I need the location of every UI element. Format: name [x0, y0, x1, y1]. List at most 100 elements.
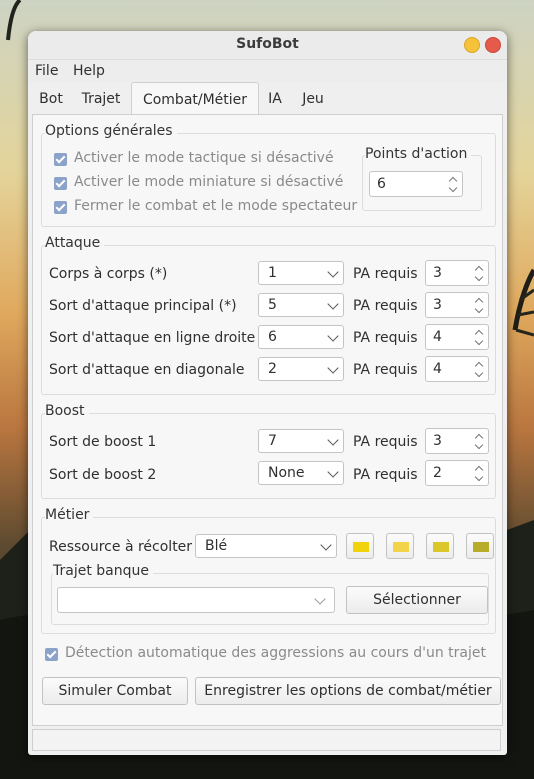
- pa-required-label: PA requis: [353, 266, 418, 282]
- line-attack-label: Sort d'attaque en ligne droite: [49, 330, 256, 346]
- pa-required-label: PA requis: [353, 467, 418, 483]
- spin-down-icon[interactable]: [474, 336, 484, 346]
- pa-required-label: PA requis: [353, 298, 418, 314]
- line-attack-pa-value: 4: [433, 329, 442, 345]
- resource-value: Blé: [205, 538, 228, 554]
- bank-path-title: Trajet banque: [53, 563, 153, 579]
- diagonal-attack-pa-value: 4: [433, 361, 442, 377]
- minimize-button[interactable]: [464, 37, 480, 53]
- chevron-down-icon: [327, 434, 339, 446]
- boost-title: Boost: [45, 403, 89, 419]
- boost1-pa-value: 3: [433, 433, 442, 449]
- main-attack-pa-value: 3: [433, 297, 442, 313]
- chevron-down-icon: [327, 466, 339, 478]
- select-button[interactable]: Sélectionner: [346, 586, 488, 614]
- combat-metier-panel: Options générales Activer le mode tactiq…: [32, 114, 503, 726]
- action-points-title: Points d'action: [365, 146, 472, 162]
- boost2-pa-spinbox[interactable]: 2: [425, 460, 489, 486]
- boost2-label: Sort de boost 2: [49, 467, 157, 483]
- tab-ia[interactable]: IA: [262, 85, 288, 113]
- spin-down-icon[interactable]: [474, 304, 484, 314]
- tactical-mode-checkbox[interactable]: [54, 153, 67, 166]
- chevron-down-icon: [327, 298, 339, 310]
- boost2-pa-value: 2: [433, 465, 442, 481]
- auto-detect-checkbox[interactable]: [45, 648, 58, 661]
- boost2-spell-select[interactable]: None: [258, 461, 344, 485]
- sufobot-window: SufoBot File Help Bot Trajet Combat/Méti…: [28, 31, 507, 755]
- spin-down-icon[interactable]: [474, 272, 484, 282]
- tab-jeu[interactable]: Jeu: [294, 85, 332, 113]
- spin-down-icon[interactable]: [448, 183, 458, 193]
- boost1-pa-spinbox[interactable]: 3: [425, 428, 489, 454]
- color-swatch-row: [346, 533, 494, 561]
- chevron-down-icon: [327, 362, 339, 374]
- line-attack-spell-value: 6: [268, 329, 277, 345]
- melee-pa-spinbox[interactable]: 3: [425, 260, 489, 286]
- general-options-title: Options générales: [45, 123, 177, 139]
- melee-label: Corps à corps (*): [49, 266, 168, 282]
- color-swatch-button-1[interactable]: [346, 533, 374, 559]
- color-swatch-button-2[interactable]: [386, 533, 414, 559]
- resource-label: Ressource à récolter: [49, 539, 193, 555]
- simulate-combat-button[interactable]: Simuler Combat: [42, 677, 188, 705]
- tab-combat-metier[interactable]: Combat/Métier: [131, 82, 259, 115]
- bank-path-select[interactable]: [57, 587, 335, 613]
- spin-down-icon[interactable]: [474, 440, 484, 450]
- color-swatch-4: [473, 542, 489, 552]
- boost1-label: Sort de boost 1: [49, 434, 157, 450]
- status-bar: [32, 729, 501, 751]
- action-points-value: 6: [377, 176, 386, 192]
- color-swatch-2: [393, 542, 409, 552]
- boost-group: [41, 413, 496, 499]
- color-swatch-3: [433, 542, 449, 552]
- pa-required-label: PA requis: [353, 330, 418, 346]
- metier-title: Métier: [45, 507, 94, 523]
- main-attack-spell-value: 5: [268, 297, 277, 313]
- main-attack-label: Sort d'attaque principal (*): [49, 298, 237, 314]
- diagonal-attack-label: Sort d'attaque en diagonale: [49, 362, 245, 378]
- miniature-mode-label: Activer le mode miniature si désactivé: [74, 174, 344, 190]
- spin-down-icon[interactable]: [474, 368, 484, 378]
- window-title: SufoBot: [236, 36, 299, 52]
- spin-down-icon[interactable]: [474, 472, 484, 482]
- boost2-spell-value: None: [268, 465, 305, 481]
- menu-file[interactable]: File: [35, 63, 58, 79]
- melee-spell-select[interactable]: 1: [258, 261, 344, 285]
- main-attack-spell-select[interactable]: 5: [258, 293, 344, 317]
- tab-trajet[interactable]: Trajet: [76, 85, 126, 113]
- boost1-spell-value: 7: [268, 433, 277, 449]
- tab-bar: Bot Trajet Combat/Métier IA Jeu: [28, 82, 507, 115]
- close-combat-checkbox[interactable]: [54, 201, 67, 214]
- pa-required-label: PA requis: [353, 362, 418, 378]
- main-attack-pa-spinbox[interactable]: 3: [425, 292, 489, 318]
- close-combat-label: Fermer le combat et le mode spectateur: [74, 198, 358, 214]
- close-button[interactable]: [485, 37, 501, 53]
- line-attack-pa-spinbox[interactable]: 4: [425, 324, 489, 350]
- pa-required-label: PA requis: [353, 434, 418, 450]
- menu-help[interactable]: Help: [73, 63, 105, 79]
- diagonal-attack-spell-value: 2: [268, 361, 277, 377]
- chevron-down-icon: [327, 330, 339, 342]
- tactical-mode-label: Activer le mode tactique si désactivé: [74, 150, 334, 166]
- color-swatch-button-3[interactable]: [426, 533, 454, 559]
- color-swatch-1: [353, 542, 369, 552]
- action-points-spinbox[interactable]: 6: [369, 171, 463, 197]
- chevron-down-icon: [320, 539, 332, 551]
- chevron-down-icon: [327, 266, 339, 278]
- attack-title: Attaque: [45, 235, 105, 251]
- miniature-mode-checkbox[interactable]: [54, 177, 67, 190]
- line-attack-spell-select[interactable]: 6: [258, 325, 344, 349]
- color-swatch-button-4[interactable]: [466, 533, 494, 559]
- chevron-down-icon: [314, 593, 326, 605]
- title-bar: SufoBot: [28, 31, 507, 60]
- boost1-spell-select[interactable]: 7: [258, 429, 344, 453]
- save-options-button[interactable]: Enregistrer les options de combat/métier: [195, 677, 501, 705]
- diagonal-attack-spell-select[interactable]: 2: [258, 357, 344, 381]
- tab-bot[interactable]: Bot: [32, 85, 70, 113]
- diagonal-attack-pa-spinbox[interactable]: 4: [425, 356, 489, 382]
- melee-pa-value: 3: [433, 265, 442, 281]
- melee-spell-value: 1: [268, 265, 277, 281]
- menu-bar: File Help: [28, 60, 507, 82]
- auto-detect-label: Détection automatique des aggressions au…: [65, 645, 486, 661]
- resource-select[interactable]: Blé: [195, 534, 337, 558]
